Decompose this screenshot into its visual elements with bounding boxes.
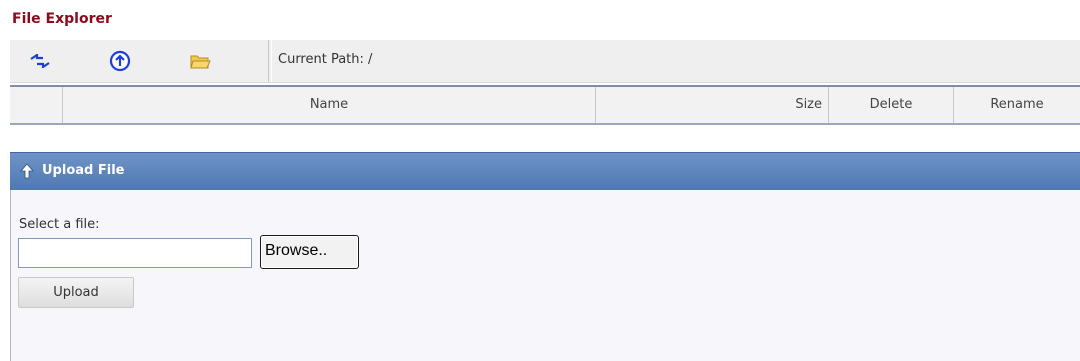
- up-folder-button[interactable]: [90, 40, 150, 82]
- folder-icon: [190, 55, 211, 69]
- column-name[interactable]: Name: [63, 87, 596, 123]
- upload-panel-header: Upload File: [10, 152, 1080, 190]
- current-path-label: Current Path: /: [278, 52, 373, 67]
- column-delete[interactable]: Delete: [829, 87, 954, 123]
- select-file-label: Select a file:: [19, 217, 100, 232]
- new-folder-button[interactable]: [170, 40, 230, 82]
- toolbar: Current Path: /: [10, 40, 1080, 83]
- column-rename[interactable]: Rename: [954, 87, 1080, 123]
- refresh-arrows-icon: [30, 54, 50, 68]
- upload-panel-title: Upload File: [42, 163, 125, 178]
- up-arrow-icon: [20, 163, 34, 179]
- column-select[interactable]: [10, 87, 63, 123]
- file-path-field[interactable]: [18, 238, 252, 268]
- file-grid-header: Name Size Delete Rename: [10, 85, 1080, 125]
- upload-panel-body: Select a file: Browse.. Upload: [10, 190, 1080, 361]
- column-size[interactable]: Size: [596, 87, 829, 123]
- upload-button[interactable]: Upload: [18, 277, 134, 308]
- page-title: File Explorer: [12, 11, 112, 27]
- refresh-button[interactable]: [10, 40, 70, 82]
- toolbar-separator: [268, 40, 272, 82]
- up-circle-icon: [109, 50, 131, 72]
- browse-button[interactable]: Browse..: [260, 235, 359, 269]
